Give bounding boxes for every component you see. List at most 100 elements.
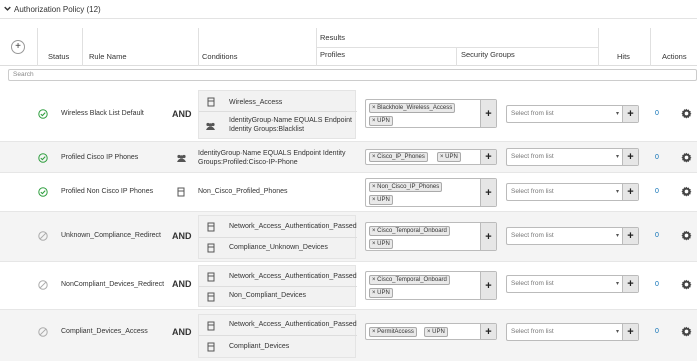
condition-icon [206, 243, 216, 253]
section-title: Authorization Policy (12) [14, 4, 101, 14]
hits-count[interactable]: 0 [655, 232, 659, 239]
security-group-select[interactable]: Select from list ▾ + [506, 148, 639, 166]
add-security-group-button[interactable]: + [622, 276, 638, 292]
actions-column-header: Actions [662, 52, 687, 61]
profile-tag[interactable]: × Cisco_Temporal_Onboard [369, 275, 450, 285]
chevron-down-icon[interactable]: ▾ [616, 110, 619, 117]
identity-group-icon [176, 154, 186, 164]
table-row[interactable]: Compliant_Devices_Access AND Network_Acc… [0, 310, 697, 361]
profile-tag[interactable]: × UPN [369, 116, 393, 126]
profile-tag[interactable]: × Cisco_Temporal_Onboard [369, 226, 450, 236]
profiles-field[interactable]: × Cisco_Temporal_Onboard × UPN + [365, 222, 497, 251]
conditions-box[interactable]: Network_Access_Authentication_Passed Com… [198, 215, 357, 259]
chevron-down-icon[interactable] [4, 5, 14, 14]
search-input[interactable]: Search [8, 69, 697, 81]
condition-text: Network_Access_Authentication_Passed [229, 321, 357, 328]
profile-tag[interactable]: × UPN [369, 288, 393, 298]
gear-icon[interactable] [681, 279, 692, 290]
profile-tag[interactable]: × UPN [437, 152, 461, 162]
add-profile-button[interactable]: + [480, 179, 496, 206]
security-group-select[interactable]: Select from list ▾ + [506, 323, 639, 341]
add-security-group-button[interactable]: + [622, 149, 638, 165]
chevron-down-icon[interactable]: ▾ [616, 153, 619, 160]
profiles-field[interactable]: × Blackhole_Wireless_Access × UPN + [365, 99, 497, 128]
chevron-down-icon[interactable]: ▾ [616, 328, 619, 335]
add-rule-button[interactable]: + [11, 40, 25, 54]
rule-name[interactable]: Unknown_Compliance_Redirect [61, 232, 161, 239]
rule-name[interactable]: Compliant_Devices_Access [61, 328, 148, 335]
rule-name[interactable]: NonCompliant_Devices_Redirect [61, 281, 164, 288]
condition-text: Compliant_Devices [229, 343, 290, 350]
profiles-field[interactable]: × Non_Cisco_IP_Phones × UPN + [365, 178, 497, 207]
rule-name[interactable]: Profiled Cisco IP Phones [61, 154, 138, 161]
hits-count[interactable]: 0 [655, 154, 659, 161]
condition-text[interactable]: IdentityGroup·Name EQUALS Endpoint Ident… [198, 149, 358, 167]
security-group-select[interactable]: Select from list ▾ + [506, 105, 639, 123]
table-row[interactable]: Wireless Black List Default AND Wireless… [0, 87, 697, 142]
security-group-select[interactable]: Select from list ▾ + [506, 183, 639, 201]
hits-count[interactable]: 0 [655, 110, 659, 117]
enabled-check-icon[interactable] [38, 153, 48, 163]
table-row[interactable]: Profiled Non Cisco IP Phones Non_Cisco_P… [0, 173, 697, 212]
profiles-field[interactable]: × Cisco_Temporal_Onboard × UPN + [365, 271, 497, 300]
table-row[interactable]: NonCompliant_Devices_Redirect AND Networ… [0, 262, 697, 310]
select-placeholder: Select from list [511, 110, 554, 117]
results-column-header: Results [320, 33, 346, 42]
rule-name-column-header[interactable]: Rule Name [89, 52, 127, 61]
security-group-select[interactable]: Select from list ▾ + [506, 275, 639, 293]
condition-icon [176, 187, 186, 197]
gear-icon[interactable] [681, 326, 692, 337]
add-security-group-button[interactable]: + [622, 184, 638, 200]
profile-tag[interactable]: × Blackhole_Wireless_Access [369, 103, 456, 113]
chevron-down-icon[interactable]: ▾ [616, 232, 619, 239]
conditions-box[interactable]: Network_Access_Authentication_Passed Non… [198, 265, 357, 307]
hits-count[interactable]: 0 [655, 188, 659, 195]
disabled-status-icon[interactable] [38, 231, 48, 241]
enabled-check-icon[interactable] [38, 187, 48, 197]
and-operator: AND [172, 279, 192, 289]
condition-icon [206, 342, 216, 352]
profile-tag[interactable]: × UPN [369, 239, 393, 249]
add-security-group-button[interactable]: + [622, 106, 638, 122]
condition-text: Wireless_Access [229, 99, 283, 106]
add-security-group-button[interactable]: + [622, 228, 638, 244]
profiles-field[interactable]: × Cisco_IP_Phones × UPN + [365, 149, 497, 165]
gear-icon[interactable] [681, 108, 692, 119]
security-group-select[interactable]: Select from list ▾ + [506, 227, 639, 245]
profile-tag[interactable]: × Non_Cisco_IP_Phones [369, 182, 443, 192]
hits-count[interactable]: 0 [655, 328, 659, 335]
profile-tag[interactable]: × UPN [424, 327, 448, 337]
chevron-down-icon[interactable]: ▾ [616, 188, 619, 195]
disabled-status-icon[interactable] [38, 280, 48, 290]
add-security-group-button[interactable]: + [622, 324, 638, 340]
table-row[interactable]: Unknown_Compliance_Redirect AND Network_… [0, 212, 697, 262]
gear-icon[interactable] [681, 152, 692, 163]
add-profile-button[interactable]: + [480, 223, 496, 250]
enabled-check-icon[interactable] [38, 109, 48, 119]
and-operator: AND [172, 327, 192, 337]
select-placeholder: Select from list [511, 153, 554, 160]
add-profile-button[interactable]: + [480, 150, 496, 164]
add-profile-button[interactable]: + [480, 272, 496, 299]
chevron-down-icon[interactable]: ▾ [616, 280, 619, 287]
condition-text: Non_Compliant_Devices [229, 292, 307, 299]
hits-column-header[interactable]: Hits [617, 52, 630, 61]
profile-tag[interactable]: × Cisco_IP_Phones [369, 152, 428, 162]
conditions-box[interactable]: Network_Access_Authentication_Passed Com… [198, 314, 357, 358]
profiles-field[interactable]: × PermitAccess × UPN + [365, 323, 497, 340]
disabled-status-icon[interactable] [38, 327, 48, 337]
condition-icon [206, 222, 216, 232]
rule-name[interactable]: Profiled Non Cisco IP Phones [61, 188, 153, 195]
condition-text[interactable]: Non_Cisco_Profiled_Phones [198, 188, 288, 195]
add-profile-button[interactable]: + [480, 324, 496, 339]
rule-name[interactable]: Wireless Black List Default [61, 110, 144, 117]
hits-count[interactable]: 0 [655, 281, 659, 288]
conditions-box[interactable]: Wireless_Access IdentityGroup·Name EQUAL… [198, 90, 357, 139]
table-row[interactable]: Profiled Cisco IP Phones IdentityGroup·N… [0, 142, 697, 173]
profile-tag[interactable]: × PermitAccess [369, 327, 417, 337]
section-header[interactable]: Authorization Policy (12) [0, 0, 697, 19]
profile-tag[interactable]: × UPN [369, 195, 393, 205]
gear-icon[interactable] [681, 230, 692, 241]
add-profile-button[interactable]: + [480, 100, 496, 127]
gear-icon[interactable] [681, 186, 692, 197]
